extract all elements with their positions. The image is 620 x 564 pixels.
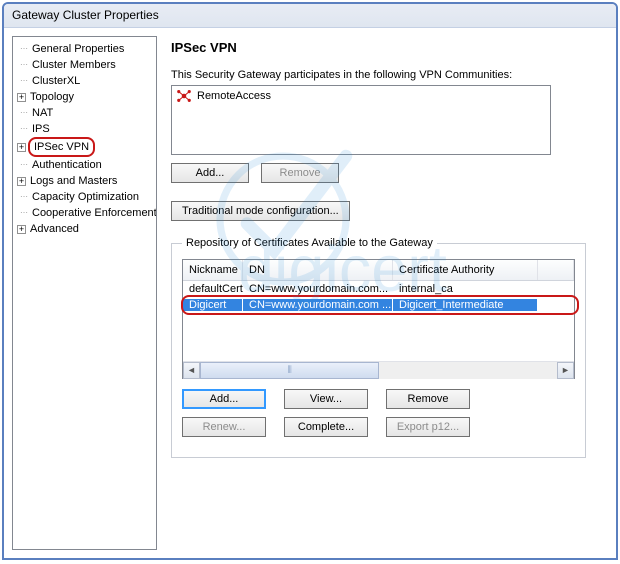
tree-item-logs-and-masters[interactable]: +Logs and Masters bbox=[17, 173, 154, 189]
table-row[interactable]: defaultCert CN=www.yourdomain.com... int… bbox=[183, 281, 574, 297]
tree-item-topology[interactable]: +Topology bbox=[17, 89, 154, 105]
col-ca[interactable]: Certificate Authority bbox=[393, 260, 538, 280]
tree-highlight: IPSec VPN bbox=[28, 137, 95, 157]
table-spacer bbox=[183, 313, 574, 361]
tree-item-cooperative-enforcement[interactable]: Cooperative Enforcement bbox=[17, 205, 154, 221]
titlebar[interactable]: Gateway Cluster Properties bbox=[4, 4, 616, 28]
tree-item-advanced[interactable]: +Advanced bbox=[17, 221, 154, 237]
tree-item-nat[interactable]: NAT bbox=[17, 105, 154, 121]
vpn-community-name: RemoteAccess bbox=[197, 90, 271, 102]
vpn-communities-list[interactable]: RemoteAccess bbox=[171, 85, 551, 155]
dialog-window: Gateway Cluster Properties General Prope… bbox=[2, 2, 618, 560]
scroll-thumb[interactable] bbox=[200, 362, 379, 379]
cert-buttons: Add... View... Remove Renew... Complete.… bbox=[182, 389, 575, 437]
cert-table[interactable]: Nickname DN Certificate Authority defaul… bbox=[182, 259, 575, 379]
page-title: IPSec VPN bbox=[171, 40, 604, 55]
cert-repo-legend: Repository of Certificates Available to … bbox=[182, 237, 437, 249]
col-nickname[interactable]: Nickname bbox=[183, 260, 243, 280]
cert-table-body: defaultCert CN=www.yourdomain.com... int… bbox=[183, 281, 574, 361]
communities-description: This Security Gateway participates in th… bbox=[171, 69, 604, 81]
traditional-mode-button[interactable]: Traditional mode configuration... bbox=[171, 201, 350, 221]
cell-nickname: Digicert bbox=[183, 299, 243, 311]
scroll-right-icon[interactable]: ► bbox=[557, 362, 574, 379]
communities-buttons: Add... Remove bbox=[171, 163, 604, 183]
cell-dn: CN=www.yourdomain.com... bbox=[243, 283, 393, 295]
cert-add-button[interactable]: Add... bbox=[182, 389, 266, 409]
expand-icon[interactable]: + bbox=[17, 143, 26, 152]
expand-icon[interactable]: + bbox=[17, 177, 26, 186]
cell-ca: Digicert_Intermediate bbox=[393, 299, 538, 311]
cert-repo-group: Repository of Certificates Available to … bbox=[171, 237, 586, 458]
tree-item-authentication[interactable]: Authentication bbox=[17, 157, 154, 173]
tree-item-ips[interactable]: IPS bbox=[17, 121, 154, 137]
titlebar-text: Gateway Cluster Properties bbox=[12, 8, 159, 22]
cell-ca: internal_ca bbox=[393, 283, 538, 295]
cert-remove-button[interactable]: Remove bbox=[386, 389, 470, 409]
tree-item-ipsec-vpn[interactable]: +IPSec VPN bbox=[17, 137, 154, 157]
cert-renew-button: Renew... bbox=[182, 417, 266, 437]
table-row-selected[interactable]: Digicert CN=www.yourdomain.com ... Digic… bbox=[183, 297, 574, 313]
tree-item-capacity-optimization[interactable]: Capacity Optimization bbox=[17, 189, 154, 205]
tree-item-clusterxl[interactable]: ClusterXL bbox=[17, 73, 154, 89]
expand-icon[interactable]: + bbox=[17, 93, 26, 102]
cert-view-button[interactable]: View... bbox=[284, 389, 368, 409]
vpn-community-item[interactable]: RemoteAccess bbox=[177, 89, 545, 103]
sidebar-tree[interactable]: General Properties Cluster Members Clust… bbox=[12, 36, 157, 550]
horizontal-scrollbar[interactable]: ◄ ► bbox=[183, 361, 574, 378]
scroll-track[interactable] bbox=[200, 362, 557, 379]
tree-item-cluster-members[interactable]: Cluster Members bbox=[17, 57, 154, 73]
content-area: General Properties Cluster Members Clust… bbox=[4, 28, 616, 558]
cert-complete-highlight: Complete... bbox=[284, 417, 368, 437]
tree-item-general-properties[interactable]: General Properties bbox=[17, 41, 154, 57]
scroll-left-icon[interactable]: ◄ bbox=[183, 362, 200, 379]
cell-nickname: defaultCert bbox=[183, 283, 243, 295]
add-community-button[interactable]: Add... bbox=[171, 163, 249, 183]
col-spacer bbox=[538, 260, 574, 280]
expand-icon[interactable]: + bbox=[17, 225, 26, 234]
remote-access-icon bbox=[177, 89, 191, 103]
cert-complete-button[interactable]: Complete... bbox=[284, 417, 368, 437]
cell-dn: CN=www.yourdomain.com ... bbox=[243, 299, 393, 311]
cert-table-header: Nickname DN Certificate Authority bbox=[183, 260, 574, 281]
col-dn[interactable]: DN bbox=[243, 260, 393, 280]
cert-export-button: Export p12... bbox=[386, 417, 470, 437]
remove-community-button: Remove bbox=[261, 163, 339, 183]
main-panel: IPSec VPN This Security Gateway particip… bbox=[167, 36, 608, 550]
